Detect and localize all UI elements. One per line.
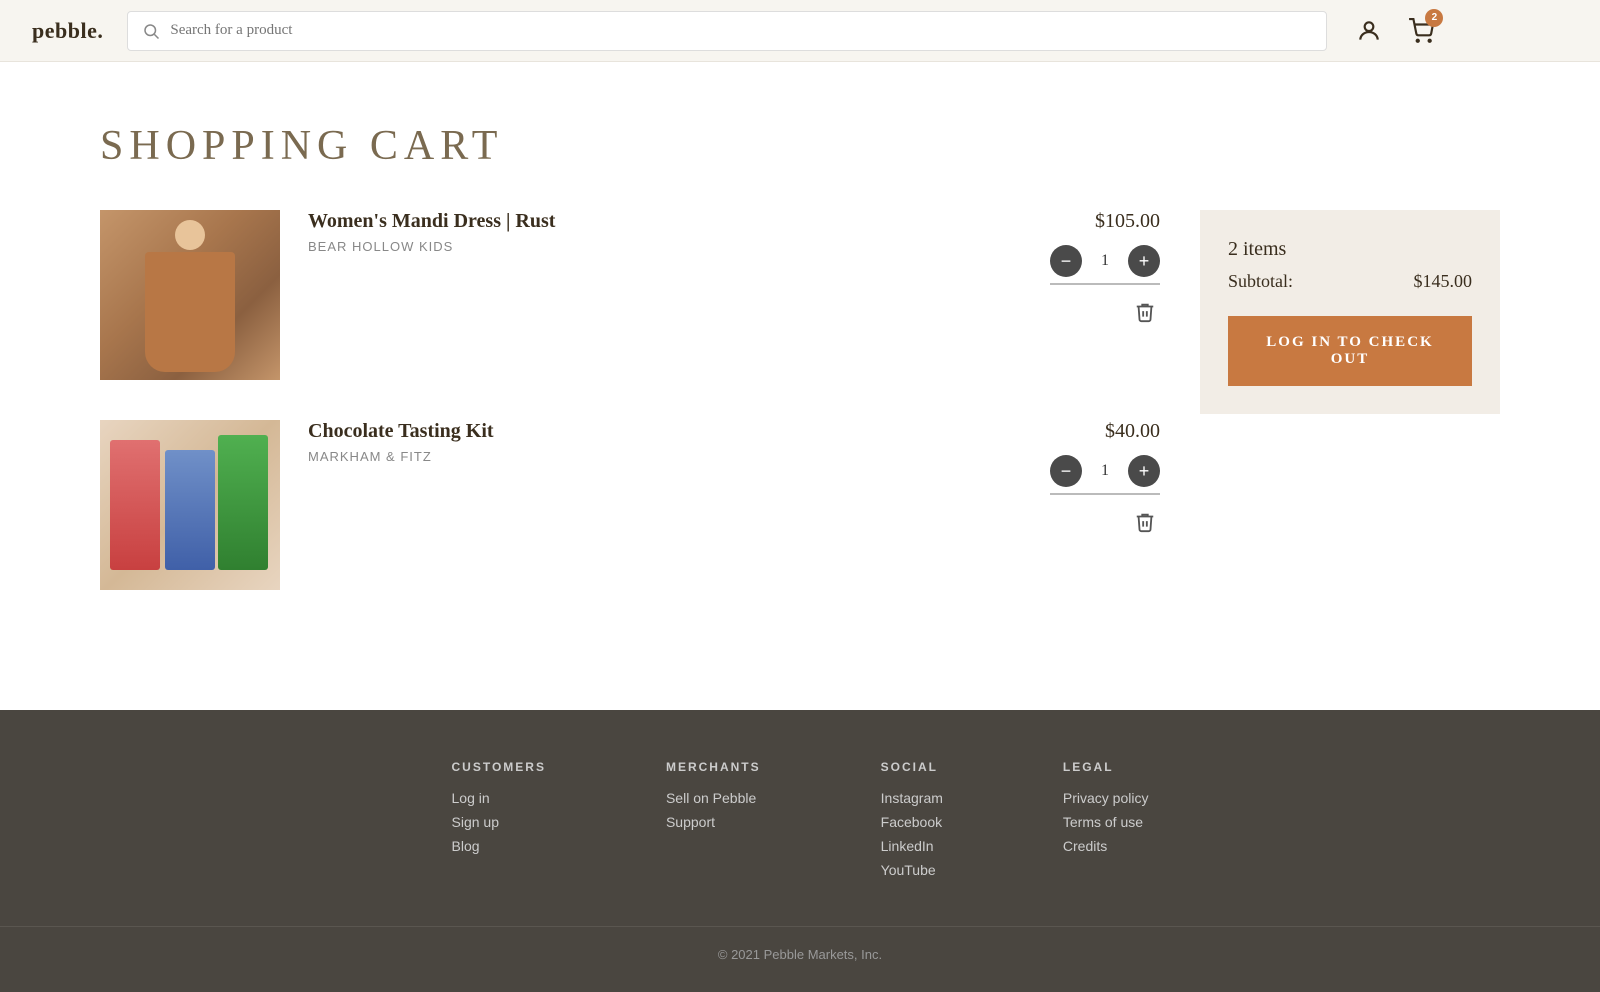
summary-items-count: 2 items: [1228, 238, 1472, 261]
delete-btn-choc[interactable]: [1130, 507, 1160, 543]
cart-summary: 2 items Subtotal: $145.00 LOG IN TO CHEC…: [1200, 210, 1500, 414]
item-details-dress: Women's Mandi Dress | Rust Bear Hollow K…: [308, 210, 1002, 254]
qty-decrease-dress[interactable]: −: [1050, 245, 1082, 277]
cart-icon-wrapper[interactable]: 2: [1403, 13, 1439, 49]
footer-link-login[interactable]: Log in: [452, 790, 546, 806]
cart-badge: 2: [1425, 9, 1443, 27]
footer-bottom: © 2021 Pebble Markets, Inc.: [0, 926, 1600, 962]
footer-col-merchants: MERCHANTS Sell on Pebble Support: [666, 760, 761, 886]
footer-col-social: SOCIAL Instagram Facebook LinkedIn YouTu…: [881, 760, 943, 886]
item-image-choc: [100, 420, 280, 590]
footer-link-blog[interactable]: Blog: [452, 838, 546, 854]
summary-subtotal: Subtotal: $145.00: [1228, 271, 1472, 292]
cart-item: Chocolate Tasting Kit MARKHAM & FITZ $40…: [100, 420, 1160, 590]
qty-increase-dress[interactable]: +: [1128, 245, 1160, 277]
cart-items: Women's Mandi Dress | Rust Bear Hollow K…: [100, 210, 1160, 630]
footer-link-sell[interactable]: Sell on Pebble: [666, 790, 761, 806]
footer-heading-merchants: MERCHANTS: [666, 760, 761, 774]
quantity-control-choc: − 1 +: [1050, 455, 1160, 495]
user-icon[interactable]: [1351, 13, 1387, 49]
page-title: SHOPPING CART: [100, 122, 1500, 170]
footer-link-linkedin[interactable]: LinkedIn: [881, 838, 943, 854]
main-content: SHOPPING CART Women's Mandi Dress | Rust…: [0, 62, 1600, 710]
item-name-dress: Women's Mandi Dress | Rust: [308, 210, 1002, 233]
header-icons: 2: [1351, 13, 1439, 49]
item-name-choc: Chocolate Tasting Kit: [308, 420, 1002, 443]
footer-link-privacy[interactable]: Privacy policy: [1063, 790, 1149, 806]
delete-btn-dress[interactable]: [1130, 297, 1160, 333]
footer-heading-customers: CUSTOMERS: [452, 760, 546, 774]
footer-col-legal: LEGAL Privacy policy Terms of use Credit…: [1063, 760, 1149, 886]
copyright-text: © 2021 Pebble Markets, Inc.: [718, 947, 882, 962]
cart-item: Women's Mandi Dress | Rust Bear Hollow K…: [100, 210, 1160, 380]
footer-link-instagram[interactable]: Instagram: [881, 790, 943, 806]
item-right-choc: $40.00 − 1 +: [1030, 420, 1160, 543]
item-price-choc: $40.00: [1105, 420, 1160, 443]
header: pebble. 2: [0, 0, 1600, 62]
footer-heading-legal: LEGAL: [1063, 760, 1149, 774]
qty-value-dress: 1: [1095, 252, 1115, 270]
footer-link-youtube[interactable]: YouTube: [881, 862, 943, 878]
item-price-dress: $105.00: [1095, 210, 1160, 233]
qty-decrease-choc[interactable]: −: [1050, 455, 1082, 487]
footer: CUSTOMERS Log in Sign up Blog MERCHANTS …: [0, 710, 1600, 992]
subtotal-label: Subtotal:: [1228, 271, 1293, 292]
search-container: [127, 11, 1327, 51]
footer-link-facebook[interactable]: Facebook: [881, 814, 943, 830]
item-details-choc: Chocolate Tasting Kit MARKHAM & FITZ: [308, 420, 1002, 464]
search-icon: [142, 22, 160, 40]
quantity-control-dress: − 1 +: [1050, 245, 1160, 285]
footer-heading-social: SOCIAL: [881, 760, 943, 774]
subtotal-value: $145.00: [1414, 271, 1473, 292]
qty-increase-choc[interactable]: +: [1128, 455, 1160, 487]
logo[interactable]: pebble.: [32, 18, 103, 44]
footer-col-customers: CUSTOMERS Log in Sign up Blog: [452, 760, 546, 886]
cart-layout: Women's Mandi Dress | Rust Bear Hollow K…: [100, 210, 1500, 630]
item-brand-dress: Bear Hollow Kids: [308, 239, 1002, 254]
footer-link-credits[interactable]: Credits: [1063, 838, 1149, 854]
item-brand-choc: MARKHAM & FITZ: [308, 449, 1002, 464]
checkout-button[interactable]: LOG IN TO CHECK OUT: [1228, 316, 1472, 386]
footer-link-signup[interactable]: Sign up: [452, 814, 546, 830]
footer-link-support[interactable]: Support: [666, 814, 761, 830]
footer-content: CUSTOMERS Log in Sign up Blog MERCHANTS …: [0, 760, 1600, 886]
footer-link-terms[interactable]: Terms of use: [1063, 814, 1149, 830]
item-image-dress: [100, 210, 280, 380]
item-right-dress: $105.00 − 1 +: [1030, 210, 1160, 333]
search-input[interactable]: [170, 22, 1312, 39]
qty-value-choc: 1: [1095, 462, 1115, 480]
